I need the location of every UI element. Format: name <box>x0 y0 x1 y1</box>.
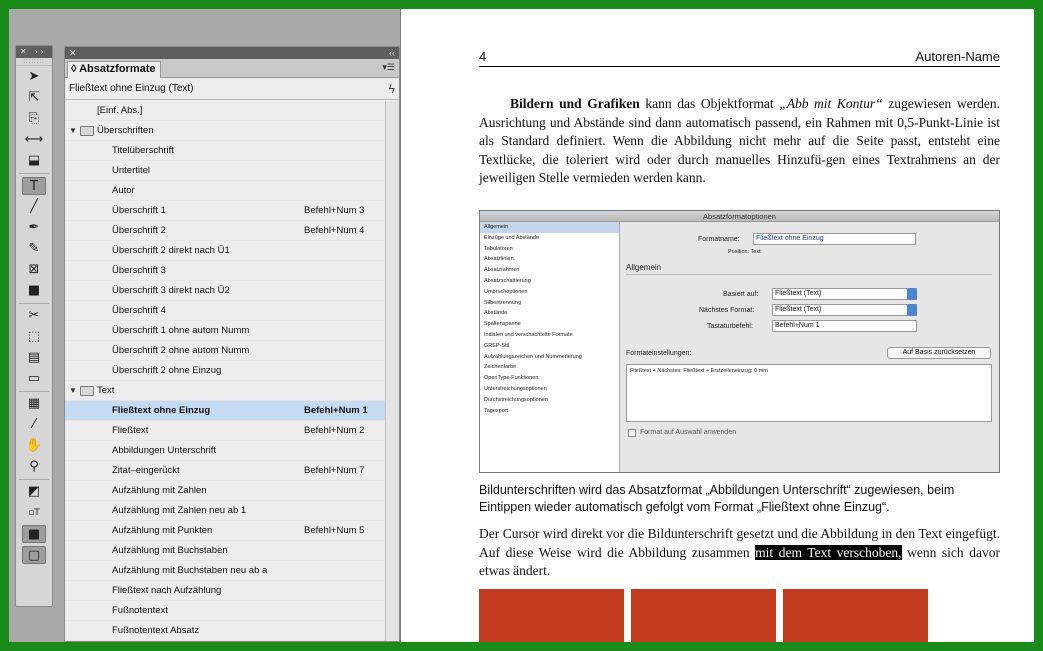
image-frame[interactable] <box>479 589 624 642</box>
collapse-icon[interactable]: ‹‹ <box>389 47 395 59</box>
zoom-tool-icon[interactable]: ⚲ <box>22 458 46 476</box>
list-item[interactable]: Fußnotentext Absatz <box>65 621 385 641</box>
list-item[interactable]: Autor <box>65 181 385 201</box>
list-item[interactable]: Aufzählung mit Punkten Befehl+Num 5 <box>65 521 385 541</box>
current-style-label: Fließtext ohne Einzug (Text) <box>69 83 194 94</box>
image-frame[interactable] <box>783 589 928 642</box>
gradient-swatch-tool-icon[interactable]: ▤ <box>22 349 46 367</box>
list-item[interactable]: Fußnotentext <box>65 601 385 621</box>
clear-overrides-icon[interactable]: ϟ <box>389 82 395 96</box>
rectangle-tool-icon[interactable]: ■ <box>22 282 46 300</box>
close-icon[interactable]: ✕ <box>69 47 77 59</box>
list-item[interactable]: Fließtext nach Aufzählung <box>65 581 385 601</box>
list-item[interactable]: Aufzählung mit Zahlen <box>65 481 385 501</box>
group-row[interactable]: ▼ Text <box>65 381 385 401</box>
note-tool-icon[interactable]: ▦ <box>22 395 46 413</box>
panel-tabs: ◊ Absatzformate ▾☰ <box>65 59 399 78</box>
folder-icon <box>80 126 94 136</box>
indesign-workspace: ✕ ›› :::::::: ➤ ⇱ ⎘ ⟷ ⬓ T ╱ ✒ ✎ ⊠ ■ ✂ ⬚ … <box>9 9 1034 642</box>
list-item[interactable]: Überschrift 2 ohne autom Numm <box>65 341 385 361</box>
pen-tool-icon[interactable]: ✒ <box>22 219 46 237</box>
list-item[interactable]: Aufzählung mit Buchstaben neu ab a <box>65 561 385 581</box>
figure-dialog-title: Absatzformatoptionen <box>480 211 999 222</box>
list-item[interactable]: Überschrift 2 ohne Einzug <box>65 361 385 381</box>
gap-tool-icon[interactable]: ⟷ <box>22 131 46 149</box>
tools-panel-header[interactable]: ✕ ›› <box>16 46 52 58</box>
hand-tool-icon[interactable]: ✋ <box>22 437 46 455</box>
list-item[interactable]: Überschrift 3 <box>65 261 385 281</box>
tab-absatzformate[interactable]: ◊ Absatzformate <box>67 61 161 78</box>
direct-selection-tool-icon[interactable]: ⇱ <box>22 89 46 107</box>
free-transform-tool-icon[interactable]: ⬚ <box>22 328 46 346</box>
style-list: [Einf. Abs.] ▼ Überschriften Titelübersch… <box>65 101 385 641</box>
type-tool-icon[interactable]: T <box>22 177 46 195</box>
fill-stroke-icon[interactable]: ◩ <box>22 483 46 501</box>
gradient-feather-tool-icon[interactable]: ▭ <box>22 370 46 388</box>
selection-tool-icon[interactable]: ➤ <box>22 68 46 86</box>
scissors-tool-icon[interactable]: ✂ <box>22 307 46 325</box>
eyedropper-tool-icon[interactable]: ⁄ <box>22 416 46 434</box>
style-list-scrollbar[interactable] <box>385 101 399 641</box>
list-item[interactable]: Zitat–eingerückt Befehl+Num 7 <box>65 461 385 481</box>
page-number: 4 <box>479 49 487 64</box>
rectangle-frame-tool-icon[interactable]: ⊠ <box>22 261 46 279</box>
formatting-affects-text-icon[interactable]: ▫T <box>22 504 46 522</box>
body-paragraph[interactable]: Der Cursor wird direkt vor die Bildunter… <box>479 525 1000 581</box>
group-row[interactable]: ▼ Überschriften <box>65 121 385 141</box>
list-item[interactable]: Überschrift 1 ohne autom Numm <box>65 321 385 341</box>
list-item[interactable]: Aufzählung mit Buchstaben <box>65 541 385 561</box>
figure-caption[interactable]: Bildunterschriften wird das Absatzformat… <box>479 482 1000 516</box>
list-item[interactable]: Überschrift 1 Befehl+Num 3 <box>65 201 385 221</box>
tools-panel-grip[interactable]: :::::::: <box>16 58 52 66</box>
line-tool-icon[interactable]: ╱ <box>22 198 46 216</box>
folder-icon <box>80 386 94 396</box>
list-item[interactable]: Abbildungen Unterschrift <box>65 441 385 461</box>
disclosure-triangle-icon[interactable]: ▼ <box>69 386 77 395</box>
paragraph-styles-panel: ✕ ‹‹ ◊ Absatzformate ▾☰ Fließtext ohne Ei… <box>64 46 400 642</box>
panel-header[interactable]: ✕ ‹‹ <box>65 47 399 59</box>
apply-color-icon[interactable]: ■ <box>22 525 46 543</box>
list-item[interactable]: Untertitel <box>65 161 385 181</box>
content-collector-tool-icon[interactable]: ⬓ <box>22 152 46 170</box>
list-item[interactable]: Titelüberschrift <box>65 141 385 161</box>
pencil-tool-icon[interactable]: ✎ <box>22 240 46 258</box>
running-header: 4 Autoren-Name <box>479 49 1000 67</box>
document-page[interactable]: 4 Autoren-Name Bildern und Grafiken kann… <box>400 9 1034 642</box>
list-item-selected[interactable]: Fließtext ohne Einzug Befehl+Num 1 <box>65 401 385 421</box>
list-item[interactable]: Überschrift 4 <box>65 301 385 321</box>
list-item[interactable]: Überschrift 2 Befehl+Num 4 <box>65 221 385 241</box>
text-selection: mit dem Text verschoben, <box>755 544 902 560</box>
page-tool-icon[interactable]: ⎘ <box>22 110 46 128</box>
dialog-screenshot-figure[interactable]: Absatzformatoptionen Allgemein Einzüge u… <box>479 210 1000 473</box>
list-item[interactable]: [Einf. Abs.] <box>65 101 385 121</box>
author-name: Autoren-Name <box>915 49 1000 64</box>
image-frame[interactable] <box>631 589 776 642</box>
panel-menu-icon[interactable]: ▾☰ <box>382 62 395 73</box>
list-item[interactable]: Überschrift 3 direkt nach Ü2 <box>65 281 385 301</box>
figure-dialog-sidebar: Allgemein Einzüge und Abstände Tabulator… <box>480 222 620 472</box>
body-paragraph[interactable]: Bildern und Grafiken kann das Objektform… <box>479 95 1000 188</box>
current-style-bar: Fließtext ohne Einzug (Text) ϟ <box>65 78 399 100</box>
disclosure-triangle-icon[interactable]: ▼ <box>69 126 77 135</box>
screen-mode-icon[interactable]: ▢ <box>22 546 46 564</box>
list-item[interactable]: Überschrift 2 direkt nach Ü1 <box>65 241 385 261</box>
list-item[interactable]: Aufzählung mit Zahlen neu ab 1 <box>65 501 385 521</box>
list-item[interactable]: Fließtext Befehl+Num 2 <box>65 421 385 441</box>
tools-panel: ✕ ›› :::::::: ➤ ⇱ ⎘ ⟷ ⬓ T ╱ ✒ ✎ ⊠ ■ ✂ ⬚ … <box>15 45 53 607</box>
